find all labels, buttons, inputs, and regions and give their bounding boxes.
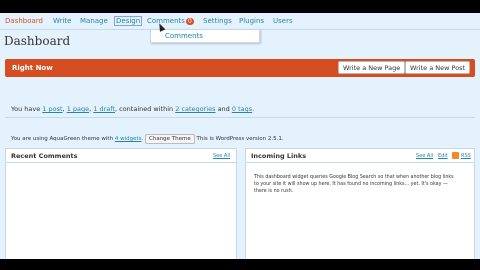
edit-link[interactable]: Edit	[438, 153, 448, 159]
widget-header: Recent Comments See All	[6, 149, 236, 163]
see-all-link[interactable]: See All	[213, 153, 230, 159]
nav-users[interactable]: Users	[273, 17, 293, 25]
rss-icon[interactable]	[452, 152, 459, 159]
page-title: Dashboard	[4, 34, 71, 48]
write-new-page-button[interactable]: Write a New Page	[338, 61, 406, 74]
nav-design[interactable]: Design	[114, 16, 143, 26]
recent-comments-widget: Recent Comments See All	[5, 148, 237, 259]
right-now-bar: Right Now Write a New Page Write a New P…	[5, 59, 475, 77]
nav-manage[interactable]: Manage	[80, 17, 108, 25]
widget-title: Recent Comments	[11, 152, 78, 160]
right-now-title: Right Now	[12, 64, 53, 72]
theme-text: You are using AquaGreen theme with	[11, 136, 115, 142]
nav-dashboard[interactable]: Dashboard	[5, 17, 43, 25]
theme-text: .	[141, 136, 144, 142]
write-new-post-button[interactable]: Write a New Post	[405, 61, 471, 74]
incoming-links-text: This dashboard widget queries Google Blo…	[254, 175, 454, 194]
wordpress-dashboard: Dashboard Write Manage Design Comments 0 …	[0, 13, 480, 259]
rss-link[interactable]: RSS	[461, 153, 471, 159]
theme-summary: You are using AquaGreen theme with 4 wid…	[11, 134, 284, 144]
incoming-links-widget: Incoming Links See All Edit RSS This das…	[245, 148, 475, 259]
theme-summary-area: You are using AquaGreen theme with 4 wid…	[5, 109, 475, 145]
version-text: This is WordPress version 2.5.1.	[194, 136, 284, 142]
dropdown-item-comments[interactable]: Comments	[165, 32, 203, 40]
admin-nav: Dashboard Write Manage Design Comments 0 …	[0, 13, 480, 30]
comments-count-badge: 0	[185, 18, 194, 25]
nav-write[interactable]: Write	[53, 17, 71, 25]
widget-header: Incoming Links See All Edit RSS	[246, 149, 474, 163]
widget-title: Incoming Links	[251, 152, 307, 160]
nav-comments[interactable]: Comments 0	[147, 17, 194, 25]
comments-dropdown: Comments	[150, 29, 260, 43]
change-theme-button[interactable]: Change Theme	[145, 134, 195, 144]
see-all-link[interactable]: See All	[416, 153, 433, 159]
widgets-link[interactable]: 4 widgets	[115, 136, 142, 142]
nav-settings[interactable]: Settings	[203, 17, 232, 25]
nav-plugins[interactable]: Plugins	[239, 17, 264, 25]
nav-comments-label: Comments	[147, 17, 185, 25]
